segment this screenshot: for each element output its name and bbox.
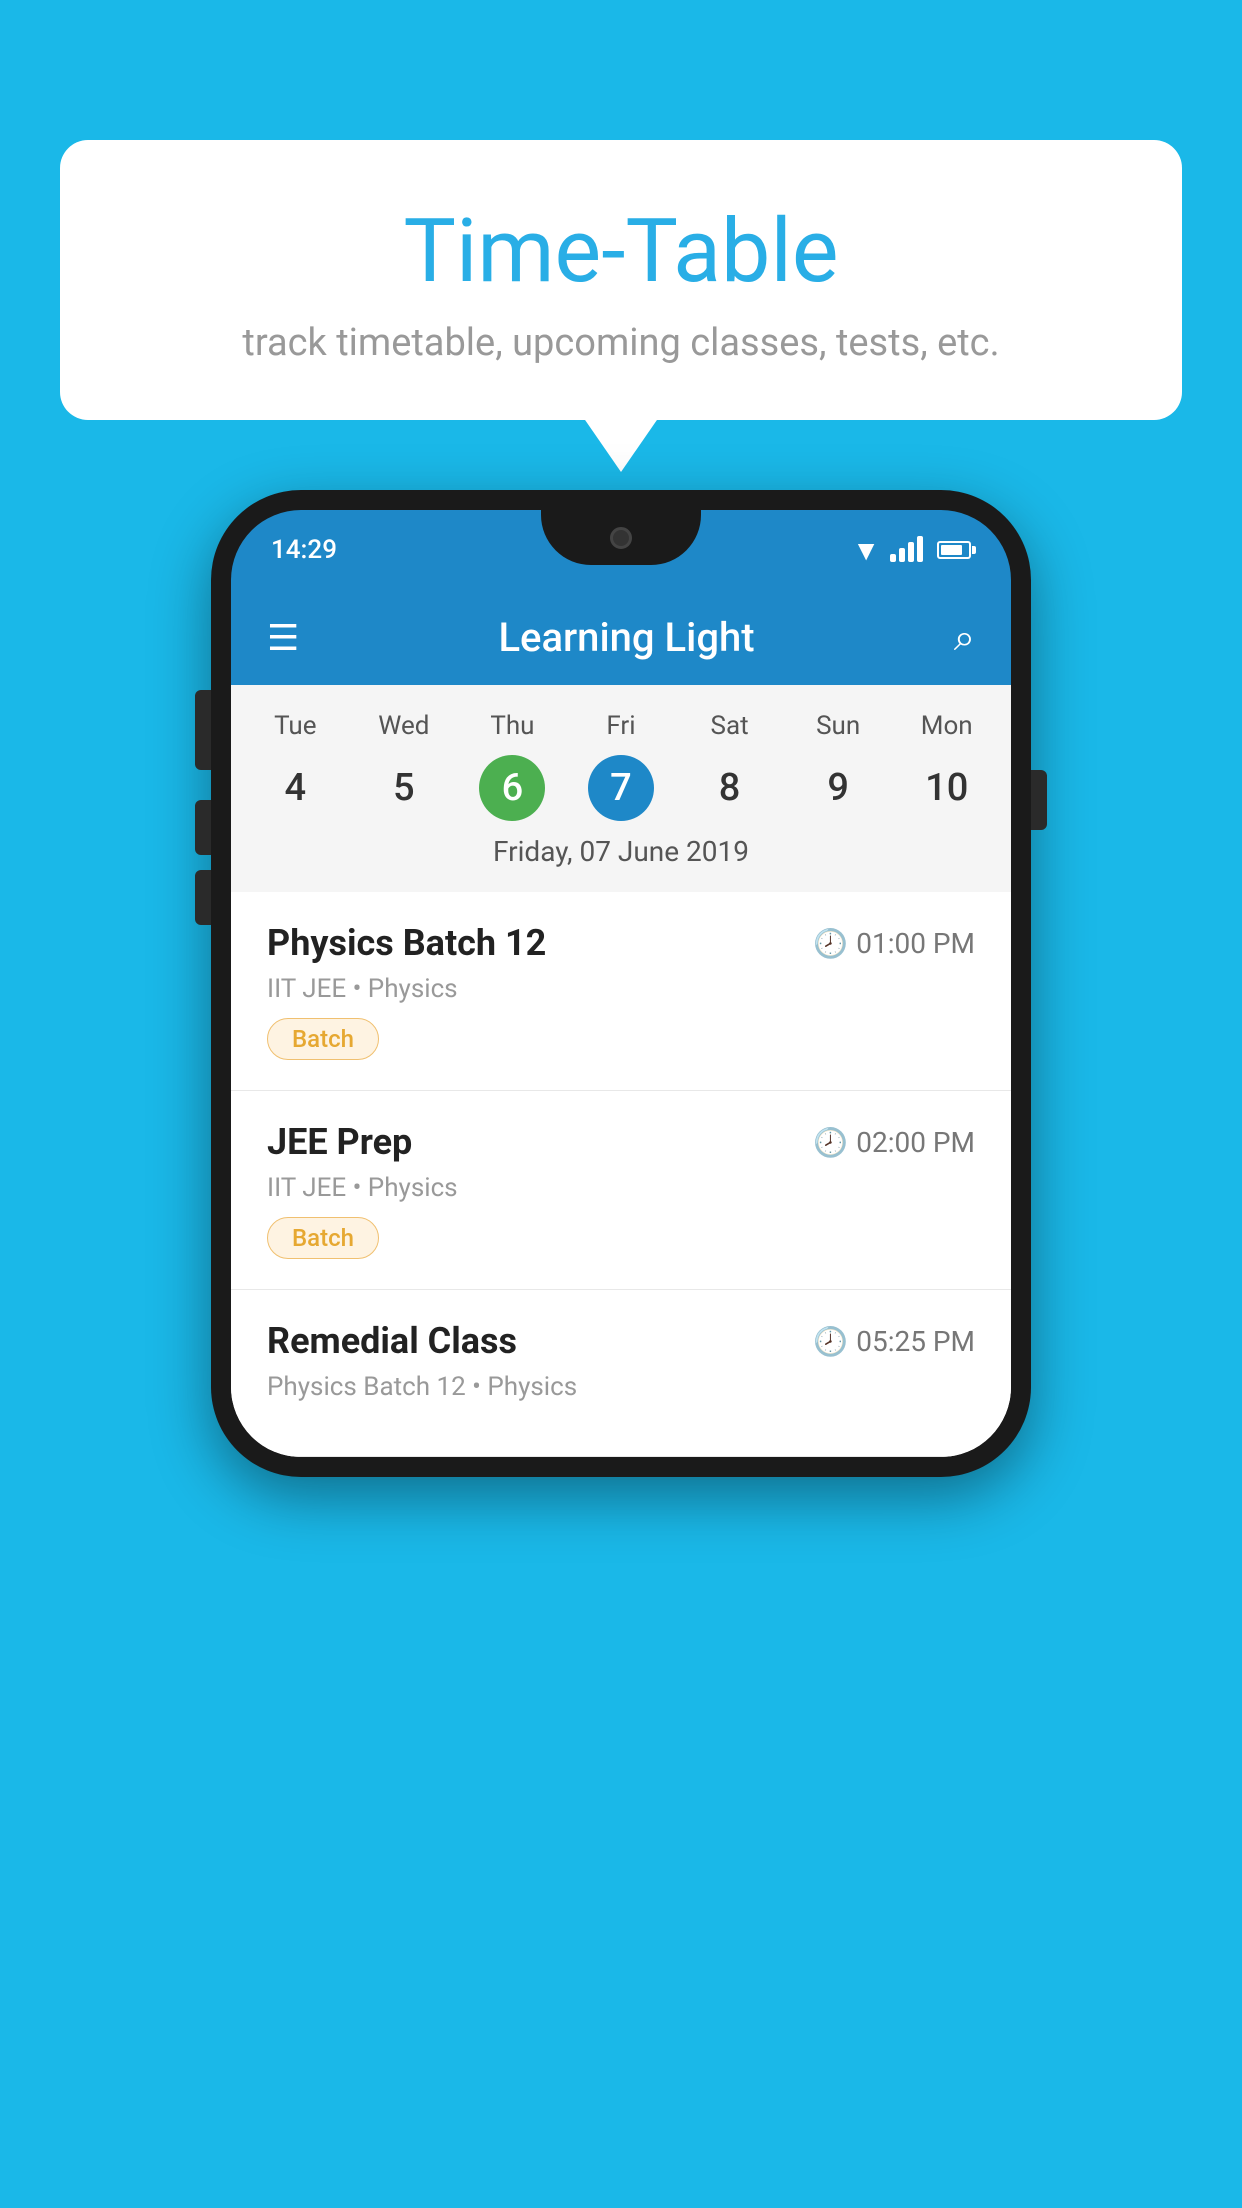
clock-icon-3: 🕗 <box>813 1325 848 1358</box>
event-subtitle-3: Physics Batch 12 • Physics <box>267 1372 975 1402</box>
status-time: 14:29 <box>271 535 337 565</box>
event-title-2: JEE Prep <box>267 1121 412 1163</box>
clock-icon-1: 🕗 <box>813 927 848 960</box>
feature-title: Time-Table <box>100 200 1142 303</box>
status-bar: 14:29 ▼ <box>231 510 1011 590</box>
event-time-2: 🕗 02:00 PM <box>813 1126 975 1159</box>
day-numbers[interactable]: 4 5 6 7 8 9 10 <box>241 755 1001 821</box>
day-6-today[interactable]: 6 <box>479 755 545 821</box>
day-header-mon: Mon <box>892 705 1001 747</box>
camera-dot <box>610 527 632 549</box>
event-header-1: Physics Batch 12 🕗 01:00 PM <box>267 922 975 964</box>
day-4[interactable]: 4 <box>241 755 350 821</box>
menu-icon[interactable]: ☰ <box>267 620 299 656</box>
event-title-3: Remedial Class <box>267 1320 517 1362</box>
event-header-3: Remedial Class 🕗 05:25 PM <box>267 1320 975 1362</box>
day-header-sat: Sat <box>675 705 784 747</box>
calendar-strip: Tue Wed Thu Fri Sat Sun Mon 4 5 6 7 8 9 … <box>231 685 1011 892</box>
app-title: Learning Light <box>498 614 754 661</box>
day-7-selected[interactable]: 7 <box>588 755 654 821</box>
speech-bubble-container: Time-Table track timetable, upcoming cla… <box>60 140 1182 420</box>
phone-volume-down-button <box>195 870 211 925</box>
day-5[interactable]: 5 <box>350 755 459 821</box>
event-subtitle-2: IIT JEE • Physics <box>267 1173 975 1203</box>
app-bar: ☰ Learning Light ⌕ <box>231 590 1011 685</box>
day-header-thu: Thu <box>458 705 567 747</box>
event-item-physics-batch[interactable]: Physics Batch 12 🕗 01:00 PM IIT JEE • Ph… <box>231 892 1011 1091</box>
event-badge-1: Batch <box>267 1018 379 1060</box>
day-8[interactable]: 8 <box>675 755 784 821</box>
signal-icon <box>890 538 923 562</box>
day-9[interactable]: 9 <box>784 755 893 821</box>
day-header-sun: Sun <box>784 705 893 747</box>
day-header-fri: Fri <box>567 705 676 747</box>
day-10[interactable]: 10 <box>892 755 1001 821</box>
phone-screen: Tue Wed Thu Fri Sat Sun Mon 4 5 6 7 8 9 … <box>231 685 1011 1457</box>
battery-icon <box>937 541 971 559</box>
speech-bubble: Time-Table track timetable, upcoming cla… <box>60 140 1182 420</box>
notch <box>541 510 701 565</box>
feature-subtitle: track timetable, upcoming classes, tests… <box>100 321 1142 365</box>
search-icon[interactable]: ⌕ <box>954 616 975 660</box>
day-header-wed: Wed <box>350 705 459 747</box>
event-time-1: 🕗 01:00 PM <box>813 927 975 960</box>
clock-icon-2: 🕗 <box>813 1126 848 1159</box>
selected-date-label: Friday, 07 June 2019 <box>241 835 1001 882</box>
wifi-icon: ▼ <box>852 534 880 567</box>
event-title-1: Physics Batch 12 <box>267 922 546 964</box>
phone-frame: 14:29 ▼ ☰ Learning Light ⌕ <box>211 490 1031 1477</box>
day-headers: Tue Wed Thu Fri Sat Sun Mon <box>241 705 1001 747</box>
phone-body: 14:29 ▼ ☰ Learning Light ⌕ <box>211 490 1031 1477</box>
event-time-3: 🕗 05:25 PM <box>813 1325 975 1358</box>
event-badge-2: Batch <box>267 1217 379 1259</box>
event-item-jee-prep[interactable]: JEE Prep 🕗 02:00 PM IIT JEE • Physics Ba… <box>231 1091 1011 1290</box>
events-list: Physics Batch 12 🕗 01:00 PM IIT JEE • Ph… <box>231 892 1011 1457</box>
phone-power-button <box>195 690 211 770</box>
event-item-remedial[interactable]: Remedial Class 🕗 05:25 PM Physics Batch … <box>231 1290 1011 1457</box>
phone-right-button <box>1031 770 1047 830</box>
status-icons: ▼ <box>852 534 971 567</box>
phone-volume-up-button <box>195 800 211 855</box>
event-header-2: JEE Prep 🕗 02:00 PM <box>267 1121 975 1163</box>
event-subtitle-1: IIT JEE • Physics <box>267 974 975 1004</box>
day-header-tue: Tue <box>241 705 350 747</box>
